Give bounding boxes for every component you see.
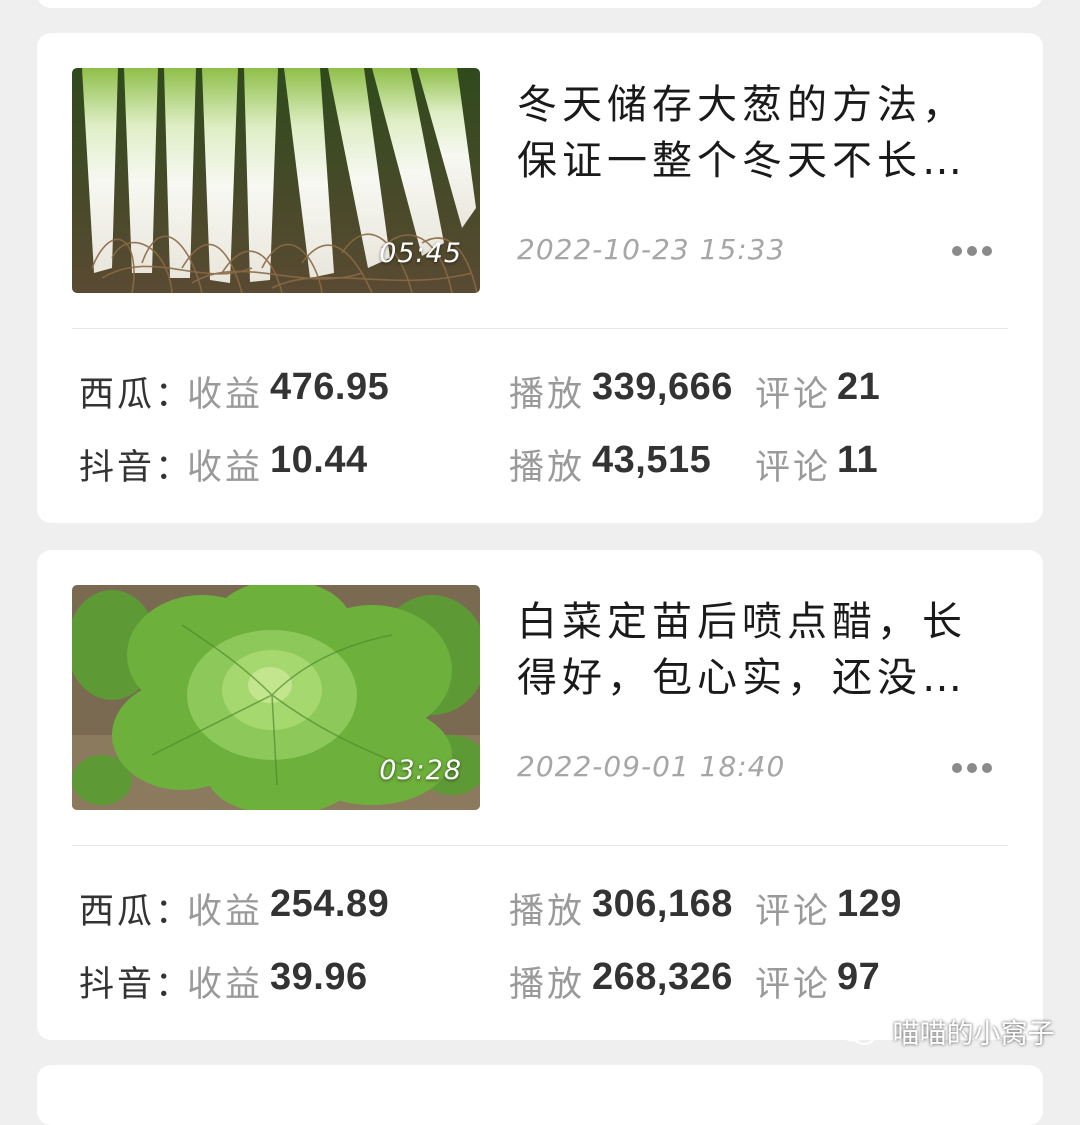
comments-value: 97 (837, 956, 881, 998)
video-duration: 03:28 (379, 755, 462, 786)
comments-value: 11 (837, 439, 879, 481)
plays-label: 播放 (509, 965, 586, 1005)
comments-value: 129 (837, 883, 902, 925)
plays-value: 306,168 (592, 883, 733, 925)
comments-label: 评论 (755, 375, 832, 415)
income-value: 254.89 (270, 883, 390, 925)
watermark-text: 喵喵的小窝子 (892, 1019, 1055, 1050)
plays-value: 43,515 (592, 439, 712, 481)
stats-row-xigua: 西瓜： 收益 254.89 播放 306,168 评论 129 (37, 883, 1043, 933)
video-thumbnail[interactable]: 03:28 (72, 585, 480, 810)
platform-label: 抖音： (79, 965, 194, 1005)
plays-label: 播放 (509, 448, 586, 488)
video-thumbnail[interactable]: 05:45 (72, 68, 480, 293)
plays-value: 339,666 (592, 366, 733, 408)
video-card[interactable]: 03:28 白菜定苗后喷点醋，长得好，包心实，还没… 2022-09-01 18… (37, 550, 1043, 1040)
wechat-icon (839, 1018, 876, 1045)
income-label: 收益 (187, 892, 264, 932)
publish-date: 2022-09-01 18:40 (517, 750, 786, 783)
income-label: 收益 (187, 448, 264, 488)
more-options-icon[interactable] (952, 763, 992, 775)
divider (72, 328, 1008, 329)
stats-row-xigua: 西瓜： 收益 476.95 播放 339,666 评论 21 (37, 366, 1043, 416)
plays-label: 播放 (509, 892, 586, 932)
comments-label: 评论 (755, 448, 832, 488)
income-label: 收益 (187, 965, 264, 1005)
income-value: 10.44 (270, 439, 368, 481)
platform-label: 西瓜： (79, 892, 194, 932)
income-value: 39.96 (270, 956, 368, 998)
plays-value: 268,326 (592, 956, 733, 998)
stats-row-douyin: 抖音： 收益 10.44 播放 43,515 评论 11 (37, 439, 1043, 489)
more-options-icon[interactable] (952, 246, 992, 258)
platform-label: 西瓜： (79, 375, 194, 415)
next-video-card[interactable] (37, 1065, 1043, 1125)
divider (72, 845, 1008, 846)
plays-label: 播放 (509, 375, 586, 415)
watermark: 喵喵的小窝子 (838, 1012, 1055, 1051)
video-title[interactable]: 白菜定苗后喷点醋，长得好，包心实，还没… (517, 594, 987, 706)
publish-date: 2022-10-23 15:33 (517, 233, 786, 266)
video-card[interactable]: 05:45 冬天储存大葱的方法，保证一整个冬天不长… 2022-10-23 15… (37, 33, 1043, 523)
platform-label: 抖音： (79, 448, 194, 488)
income-value: 476.95 (270, 366, 390, 408)
comments-value: 21 (837, 366, 881, 408)
comments-label: 评论 (755, 892, 832, 932)
video-duration: 05:45 (379, 238, 462, 269)
previous-video-card[interactable] (37, 0, 1043, 8)
stats-row-douyin: 抖音： 收益 39.96 播放 268,326 评论 97 (37, 956, 1043, 1006)
comments-label: 评论 (755, 965, 832, 1005)
income-label: 收益 (187, 375, 264, 415)
video-title[interactable]: 冬天储存大葱的方法，保证一整个冬天不长… (517, 77, 987, 189)
